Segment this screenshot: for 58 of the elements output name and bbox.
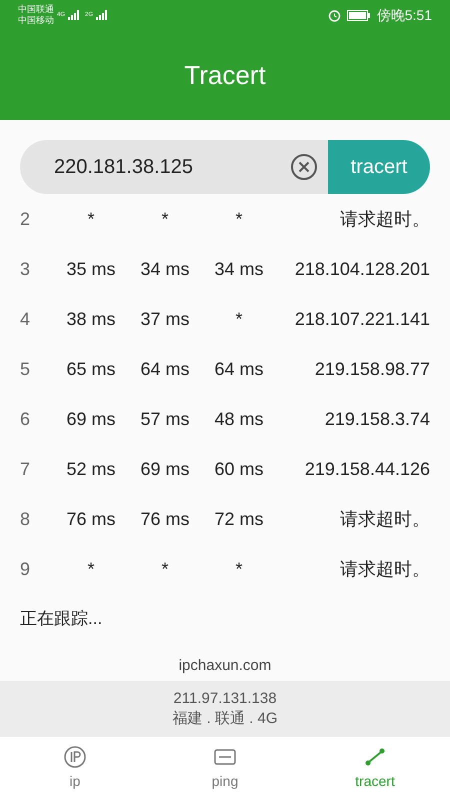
latency-cell: 69 ms [140, 458, 190, 478]
clock-time: 傍晚5:51 [376, 6, 432, 24]
latency-cell: * [87, 558, 94, 578]
latency-cell: 65 ms [66, 358, 116, 378]
latency-cell: 64 ms [140, 358, 190, 378]
hop-address: 请求超时。 [340, 208, 430, 228]
latency-cell: 52 ms [66, 458, 116, 478]
latency-cell: 76 ms [140, 508, 190, 528]
clear-icon[interactable] [290, 153, 318, 181]
signal-icon [68, 10, 80, 20]
hop-address: 219.158.3.74 [324, 408, 430, 428]
hop-address: 请求超时。 [340, 508, 430, 528]
nav-tab[interactable]: tracert [300, 737, 450, 800]
battery-icon [346, 10, 371, 20]
hop-number: 4 [20, 308, 30, 328]
carrier-name: 中国联通 [18, 4, 54, 15]
latency-cell: 60 ms [214, 458, 264, 478]
ip-input-field[interactable]: 220.181.38.125 [20, 140, 328, 194]
ip-icon [63, 745, 87, 769]
hop-number: 3 [20, 258, 30, 278]
nav-tab[interactable]: ip [0, 737, 150, 800]
carrier-name: 中国移动 [18, 15, 54, 26]
latency-cell: * [235, 208, 242, 228]
hop-number: 6 [20, 408, 30, 428]
hop-address: 219.158.98.77 [314, 358, 430, 378]
hop-number: 8 [20, 508, 30, 528]
hop-number: 7 [20, 458, 30, 478]
latency-cell: * [161, 208, 168, 228]
latency-cell: 57 ms [140, 408, 190, 428]
latency-cell: 34 ms [140, 258, 190, 278]
hop-number: 2 [20, 208, 30, 228]
hop-number: 9 [20, 558, 30, 578]
hop-address: 请求超时。 [340, 558, 430, 578]
latency-cell: 72 ms [214, 508, 264, 528]
app-title: Tracert [184, 58, 266, 92]
alarm-icon [328, 8, 341, 22]
hop-number: 5 [20, 358, 30, 378]
signal-icon [96, 10, 108, 20]
latency-cell: * [235, 308, 242, 328]
latency-cell: 48 ms [214, 408, 264, 428]
hop-address: 218.104.128.201 [294, 258, 430, 278]
latency-cell: 38 ms [66, 308, 116, 328]
latency-cell: * [235, 558, 242, 578]
nav-tab[interactable]: ping [150, 737, 300, 800]
latency-cell: 37 ms [140, 308, 190, 328]
latency-cell: * [161, 558, 168, 578]
public-ip-text: 211.97.131.138 [173, 689, 277, 709]
latency-cell: * [87, 208, 94, 228]
latency-cell: 69 ms [66, 408, 116, 428]
latency-cell: 34 ms [214, 258, 264, 278]
tracert-button[interactable]: tracert [328, 140, 430, 194]
latency-cell: 35 ms [66, 258, 116, 278]
location-text: 福建 . 联通 . 4G [172, 709, 278, 729]
hop-address: 219.158.44.126 [304, 458, 430, 478]
latency-cell: 76 ms [66, 508, 116, 528]
status-text: 正在跟踪... [20, 608, 102, 630]
hop-address: 218.107.221.141 [294, 308, 430, 328]
latency-cell: 64 ms [214, 358, 264, 378]
